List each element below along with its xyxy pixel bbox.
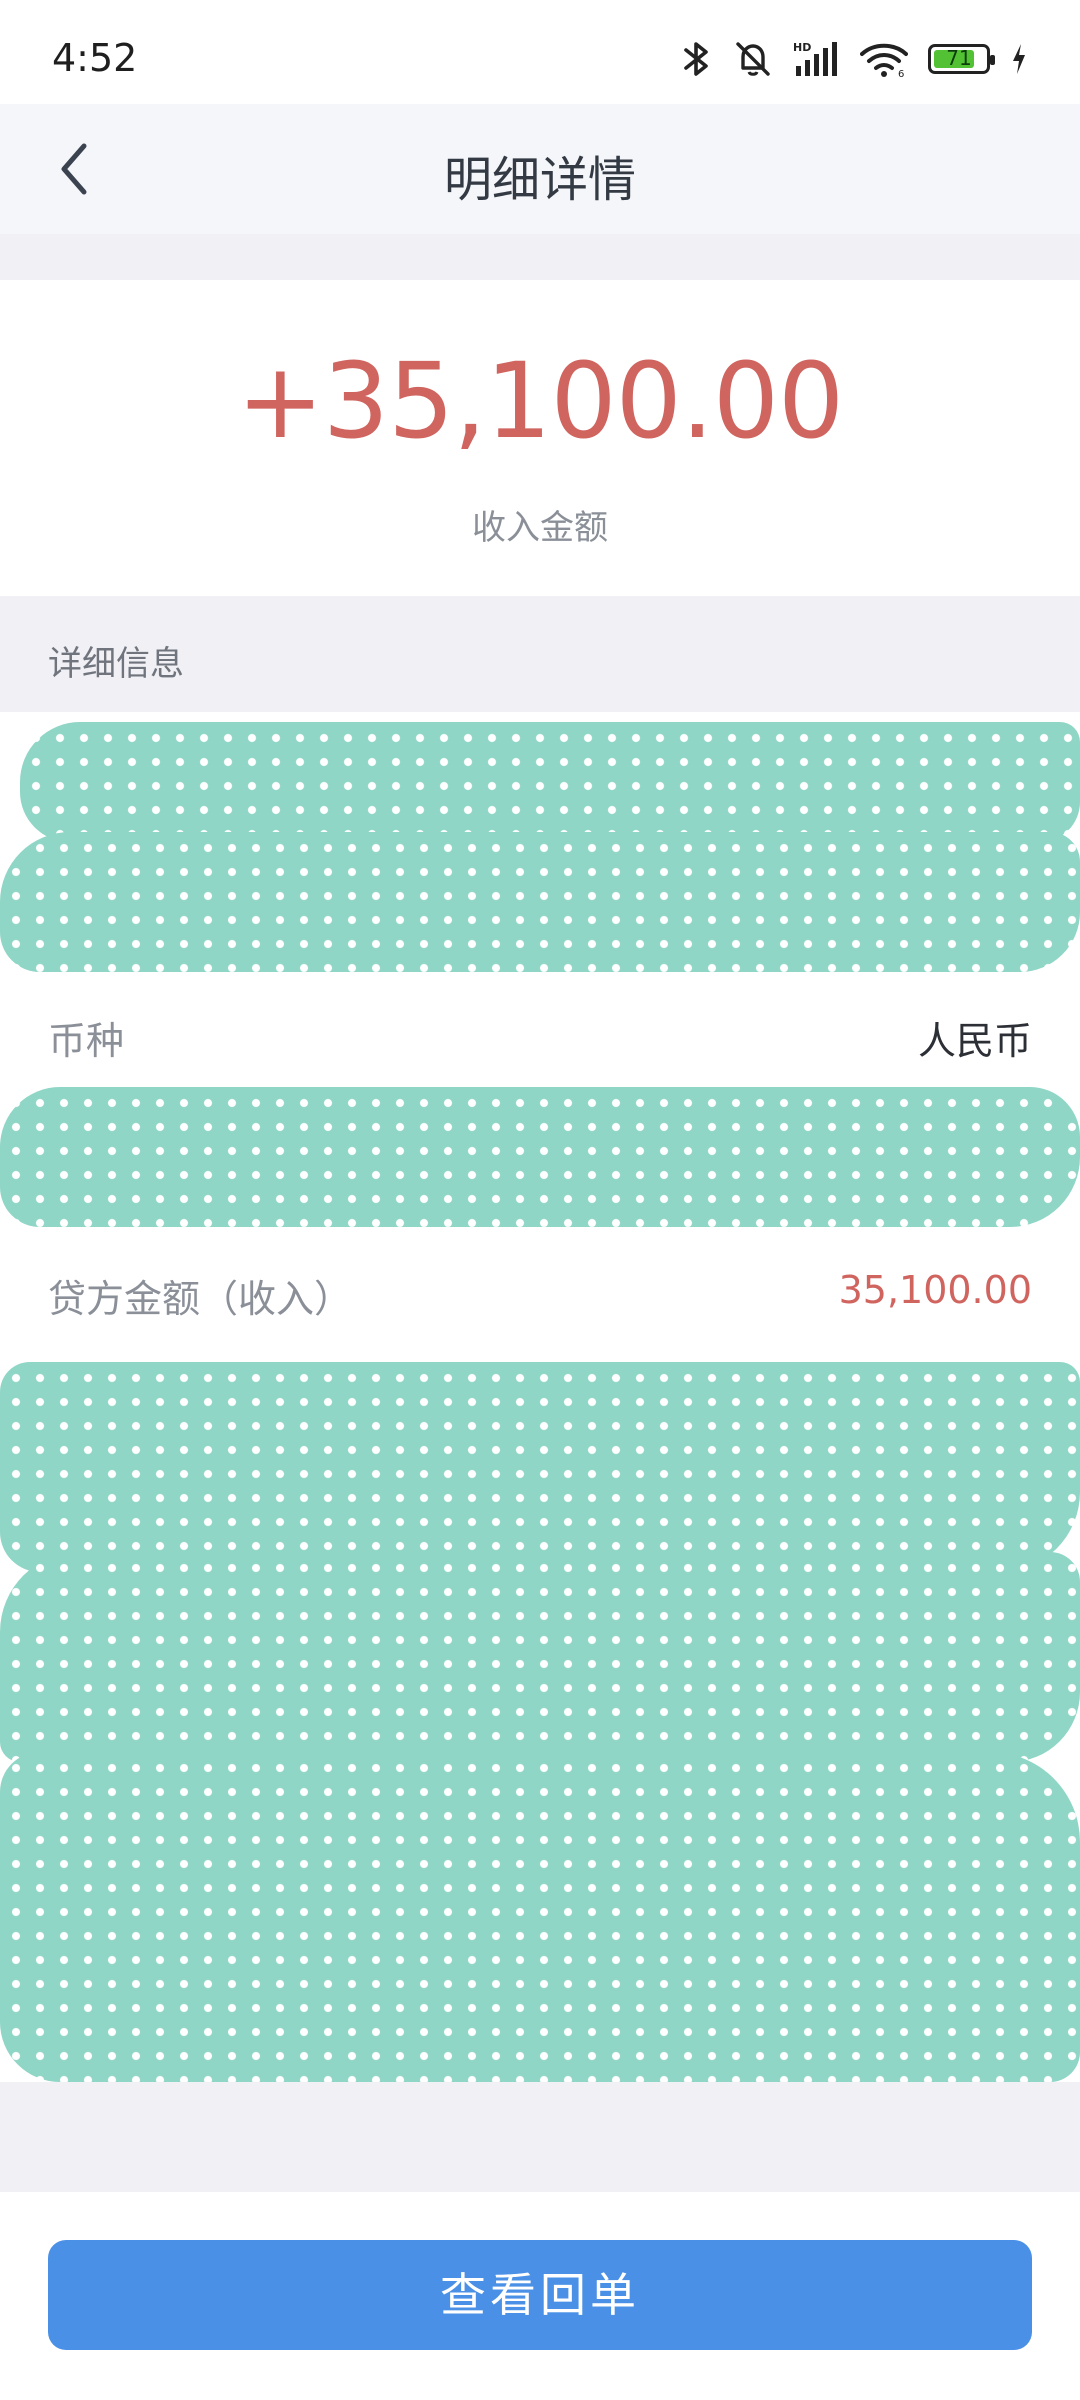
nav-bar: 明细详情 [0,104,1080,234]
detail-row-credit-amount: 贷方金额（收入） 35,100.00 [0,1240,1080,1340]
status-bar: 4:52 HD 6 71 [0,0,1080,104]
status-icons: HD 6 71 [680,40,1028,78]
amount-label: 收入金额 [472,508,608,548]
amount-value: +35,100.00 [236,340,844,462]
amount-card: +35,100.00 收入金额 [0,280,1080,596]
section-title: 详细信息 [48,644,184,684]
mute-bell-icon [736,42,770,76]
svg-text:6: 6 [898,69,904,78]
battery-cap [990,55,995,65]
hd-signal-icon: HD [793,41,837,76]
redaction-overlay [0,1087,1080,1227]
details-bottom-spacer [0,2082,1080,2192]
detail-label: 贷方金额（收入） [48,1277,353,1321]
details-list: 币种 人民币 贷方金额（收入） 35,100.00 [0,712,1080,2082]
battery-level: 71 [946,46,972,70]
bluetooth-icon [684,42,708,76]
wifi-icon: 6 [860,43,908,78]
status-time: 4:52 [52,36,138,80]
page-title: 明细详情 [443,152,636,208]
detail-label: 币种 [48,1019,125,1063]
redaction-overlay [0,1552,1080,1762]
charging-icon [1013,44,1025,74]
section-header: 详细信息 [0,596,1080,712]
battery-icon: 71 [928,44,995,74]
detail-value: 人民币 [917,1019,1032,1063]
redaction-overlay [0,1752,1080,2082]
redaction-overlay [0,1362,1080,1572]
redaction-overlay [0,832,1080,972]
svg-text:HD: HD [793,41,811,54]
bottom-bar: 查看回单 [0,2192,1080,2400]
detail-row-currency: 币种 人民币 [0,982,1080,1082]
view-receipt-button[interactable]: 查看回单 [48,2240,1032,2350]
redaction-overlay [20,722,1080,842]
detail-value: 35,100.00 [838,1268,1032,1312]
